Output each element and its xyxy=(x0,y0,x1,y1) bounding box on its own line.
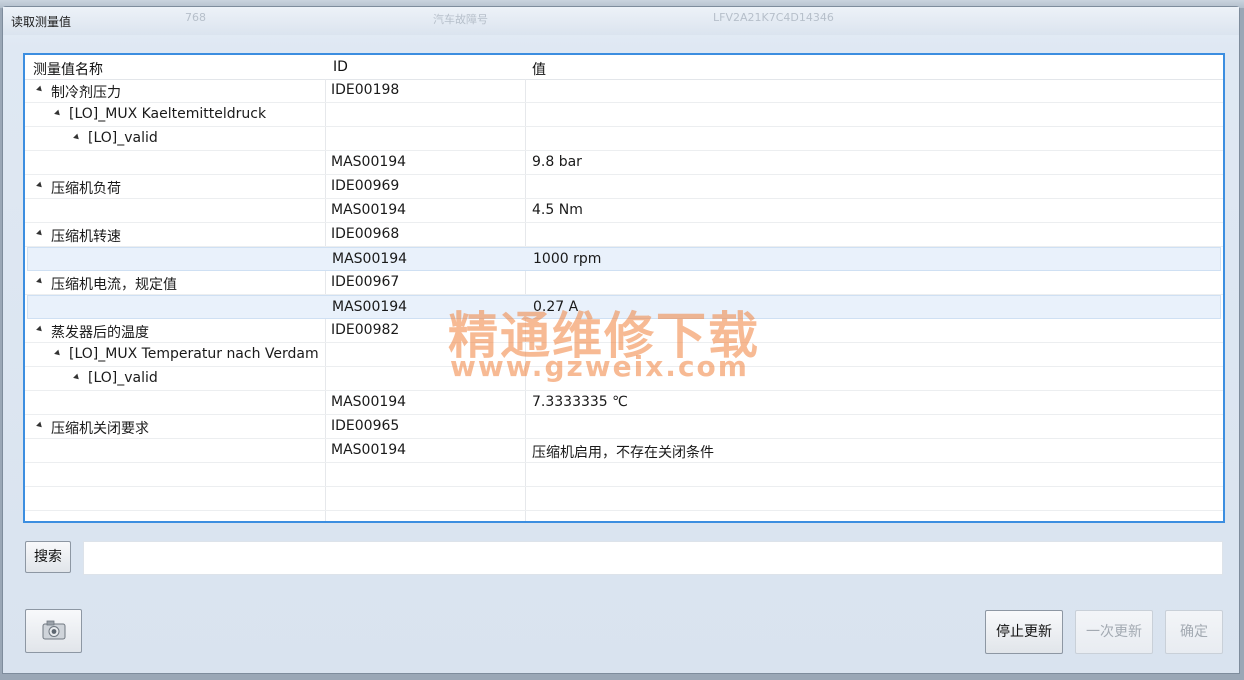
table-row[interactable]: MAS00194 压缩机启用，不存在关闭条件 xyxy=(25,439,1223,463)
row-name: 蒸发器后的温度 xyxy=(51,325,149,341)
row-value: 1000 rpm xyxy=(533,251,602,267)
header-value[interactable]: 值 xyxy=(532,59,546,79)
measurement-grid: 测量值名称 ID 值 制冷剂压力 IDE00198 [LO]_MUX Kaelt… xyxy=(25,55,1223,521)
table-row-selected[interactable]: MAS00194 1000 rpm xyxy=(27,247,1221,271)
row-id: MAS00194 xyxy=(331,154,407,170)
window-title: 读取测量值 xyxy=(11,15,72,29)
row-name: [LO]_MUX Kaeltemitteldruck xyxy=(69,106,267,122)
search-input[interactable] xyxy=(83,541,1223,575)
row-id: MAS00194 xyxy=(331,394,407,410)
expand-arrow-icon[interactable] xyxy=(36,85,44,94)
watermark-url: www.gzweix.com xyxy=(450,350,749,383)
header-name[interactable]: 测量值名称 xyxy=(33,59,103,79)
search-button[interactable]: 搜索 xyxy=(25,541,71,573)
table-row[interactable]: 压缩机电流，规定值 IDE00967 xyxy=(25,271,1223,295)
row-value: 压缩机启用，不存在关闭条件 xyxy=(532,445,714,461)
row-id: MAS00194 xyxy=(332,251,408,267)
expand-arrow-icon[interactable] xyxy=(54,349,62,358)
expand-arrow-icon[interactable] xyxy=(36,421,44,430)
row-name: 制冷剂压力 xyxy=(51,85,121,101)
single-update-button[interactable]: 一次更新 xyxy=(1075,610,1153,654)
screenshot-button[interactable] xyxy=(25,609,82,653)
row-name: 压缩机关闭要求 xyxy=(51,421,149,437)
row-id: IDE00198 xyxy=(331,82,400,98)
row-value: 9.8 bar xyxy=(532,154,582,170)
table-row[interactable]: 制冷剂压力 IDE00198 xyxy=(25,79,1223,103)
table-row-empty xyxy=(25,487,1223,511)
table-row[interactable]: MAS00194 9.8 bar xyxy=(25,151,1223,175)
table-row[interactable]: 压缩机负荷 IDE00969 xyxy=(25,175,1223,199)
table-header: 测量值名称 ID 值 xyxy=(25,55,1223,80)
camera-icon xyxy=(42,620,66,640)
expand-arrow-icon[interactable] xyxy=(73,133,81,142)
expand-arrow-icon[interactable] xyxy=(36,277,44,286)
measurement-table-frame: 测量值名称 ID 值 制冷剂压力 IDE00198 [LO]_MUX Kaelt… xyxy=(23,53,1225,523)
background-tab-3: LFV2A21K7C4D14346 xyxy=(713,11,834,24)
row-value: 4.5 Nm xyxy=(532,202,583,218)
header-id[interactable]: ID xyxy=(333,59,348,75)
expand-arrow-icon[interactable] xyxy=(36,229,44,238)
background-tab-2: 汽车故障号 xyxy=(433,13,488,26)
table-row[interactable]: MAS00194 4.5 Nm xyxy=(25,199,1223,223)
title-bar: 读取测量值 768 汽车故障号 LFV2A21K7C4D14346 xyxy=(3,7,1239,35)
row-name: 压缩机负荷 xyxy=(51,181,121,197)
table-row-empty xyxy=(25,463,1223,487)
expand-arrow-icon[interactable] xyxy=(36,181,44,190)
row-name: [LO]_valid xyxy=(88,130,158,146)
expand-arrow-icon[interactable] xyxy=(54,109,62,118)
row-name: 压缩机电流，规定值 xyxy=(51,277,177,293)
row-id: IDE00967 xyxy=(331,274,400,290)
table-row[interactable]: 压缩机关闭要求 IDE00965 xyxy=(25,415,1223,439)
row-value: 7.3333335 ℃ xyxy=(532,394,628,410)
row-id: IDE00982 xyxy=(331,322,400,338)
ok-button[interactable]: 确定 xyxy=(1165,610,1223,654)
stop-update-button[interactable]: 停止更新 xyxy=(985,610,1063,654)
table-row[interactable]: [LO]_MUX Kaeltemitteldruck xyxy=(25,103,1223,127)
table-row[interactable]: [LO]_valid xyxy=(25,127,1223,151)
row-id: MAS00194 xyxy=(331,202,407,218)
row-name: 压缩机转速 xyxy=(51,229,121,245)
row-name: [LO]_valid xyxy=(88,370,158,386)
row-id: IDE00968 xyxy=(331,226,400,242)
row-id: MAS00194 xyxy=(332,299,408,315)
row-id: IDE00969 xyxy=(331,178,400,194)
background-tab-1: 768 xyxy=(185,11,206,24)
expand-arrow-icon[interactable] xyxy=(73,373,81,382)
row-id: IDE00965 xyxy=(331,418,400,434)
row-id: MAS00194 xyxy=(331,442,407,458)
expand-arrow-icon[interactable] xyxy=(36,325,44,334)
table-row[interactable]: MAS00194 7.3333335 ℃ xyxy=(25,391,1223,415)
row-name: [LO]_MUX Temperatur nach Verdam xyxy=(69,346,319,362)
table-row[interactable]: 压缩机转速 IDE00968 xyxy=(25,223,1223,247)
